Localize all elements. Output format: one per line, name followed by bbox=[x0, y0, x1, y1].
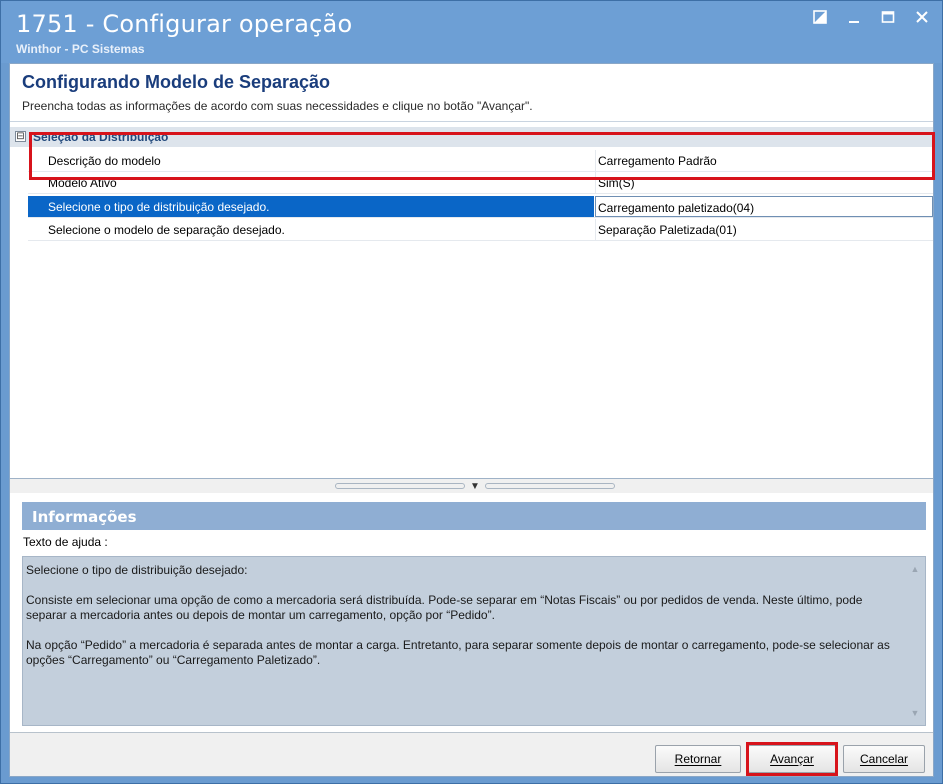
help-text-box[interactable]: Selecione o tipo de distribuição desejad… bbox=[22, 556, 926, 726]
window-title: 1751 - Configurar operação bbox=[16, 10, 353, 38]
property-name: Descrição do modelo bbox=[48, 154, 161, 168]
title-bar[interactable]: 1751 - Configurar operação Winthor - PC … bbox=[1, 1, 942, 63]
property-name: Selecione o tipo de distribuição desejad… bbox=[28, 196, 594, 217]
retornar-button[interactable]: Retornar bbox=[655, 745, 741, 773]
cancelar-button[interactable]: Cancelar bbox=[843, 745, 925, 773]
collapse-icon[interactable]: ⊟ bbox=[15, 131, 26, 142]
category-row-distribuicao[interactable]: ⊟ Seleção da Distribuição bbox=[10, 127, 933, 147]
page-title: Configurando Modelo de Separação bbox=[22, 72, 331, 92]
help-scrollbar[interactable]: ▲ ▼ bbox=[907, 558, 924, 724]
help-paragraph: Na opção “Pedido” a mercadoria é separad… bbox=[26, 638, 890, 667]
property-row[interactable]: Selecione o modelo de separação desejado… bbox=[28, 219, 933, 241]
property-value[interactable]: Sim(S) bbox=[595, 172, 933, 193]
grip-dots bbox=[485, 483, 615, 489]
window-subtitle: Winthor - PC Sistemas bbox=[16, 42, 145, 56]
property-value-editor[interactable]: Carregamento paletizado(04) bbox=[595, 196, 933, 217]
window-controls bbox=[810, 7, 932, 27]
splitter-handle[interactable]: ▼ bbox=[335, 481, 615, 492]
info-panel: Informações Texto de ajuda : Selecione o… bbox=[22, 502, 926, 727]
minimize-icon[interactable] bbox=[844, 7, 864, 27]
maximize-icon[interactable] bbox=[878, 7, 898, 27]
wizard-footer: Retornar Avançar Cancelar bbox=[10, 732, 933, 776]
property-row[interactable]: Modelo Ativo Sim(S) bbox=[28, 172, 933, 194]
wizard-client-area: Configurando Modelo de Separação Preench… bbox=[9, 63, 934, 777]
scroll-up-icon[interactable]: ▲ bbox=[909, 564, 921, 576]
page-description: Preencha todas as informações de acordo … bbox=[22, 99, 533, 113]
category-label: Seleção da Distribuição bbox=[33, 130, 169, 144]
chevron-down-icon[interactable]: ▼ bbox=[465, 481, 485, 492]
scroll-down-icon[interactable]: ▼ bbox=[909, 708, 921, 720]
property-value[interactable]: Carregamento Padrão bbox=[595, 150, 933, 171]
close-icon[interactable] bbox=[912, 7, 932, 27]
property-grid: ⊟ Seleção da Distribuição Descrição do m… bbox=[10, 124, 933, 479]
help-text: Selecione o tipo de distribuição desejad… bbox=[26, 563, 896, 683]
info-header-label: Informações bbox=[32, 508, 137, 526]
wizard-header: Configurando Modelo de Separação Preench… bbox=[10, 64, 933, 122]
property-name: Selecione o modelo de separação desejado… bbox=[48, 223, 285, 237]
help-paragraph: Consiste em selecionar uma opção de como… bbox=[26, 593, 863, 622]
help-paragraph: Selecione o tipo de distribuição desejad… bbox=[26, 563, 248, 577]
help-label: Texto de ajuda : bbox=[23, 535, 108, 549]
info-header: Informações bbox=[22, 502, 926, 530]
panel-splitter[interactable]: ▼ bbox=[10, 479, 933, 493]
app-window: 1751 - Configurar operação Winthor - PC … bbox=[0, 0, 943, 784]
property-name: Modelo Ativo bbox=[48, 176, 117, 190]
property-row[interactable]: Descrição do modelo Carregamento Padrão bbox=[28, 150, 933, 172]
restore-icon[interactable] bbox=[810, 7, 830, 27]
avancar-button[interactable]: Avançar bbox=[748, 745, 836, 773]
grip-dots bbox=[335, 483, 465, 489]
property-value[interactable]: Separação Paletizada(01) bbox=[595, 219, 933, 240]
property-row-selected[interactable]: Selecione o tipo de distribuição desejad… bbox=[28, 196, 933, 218]
